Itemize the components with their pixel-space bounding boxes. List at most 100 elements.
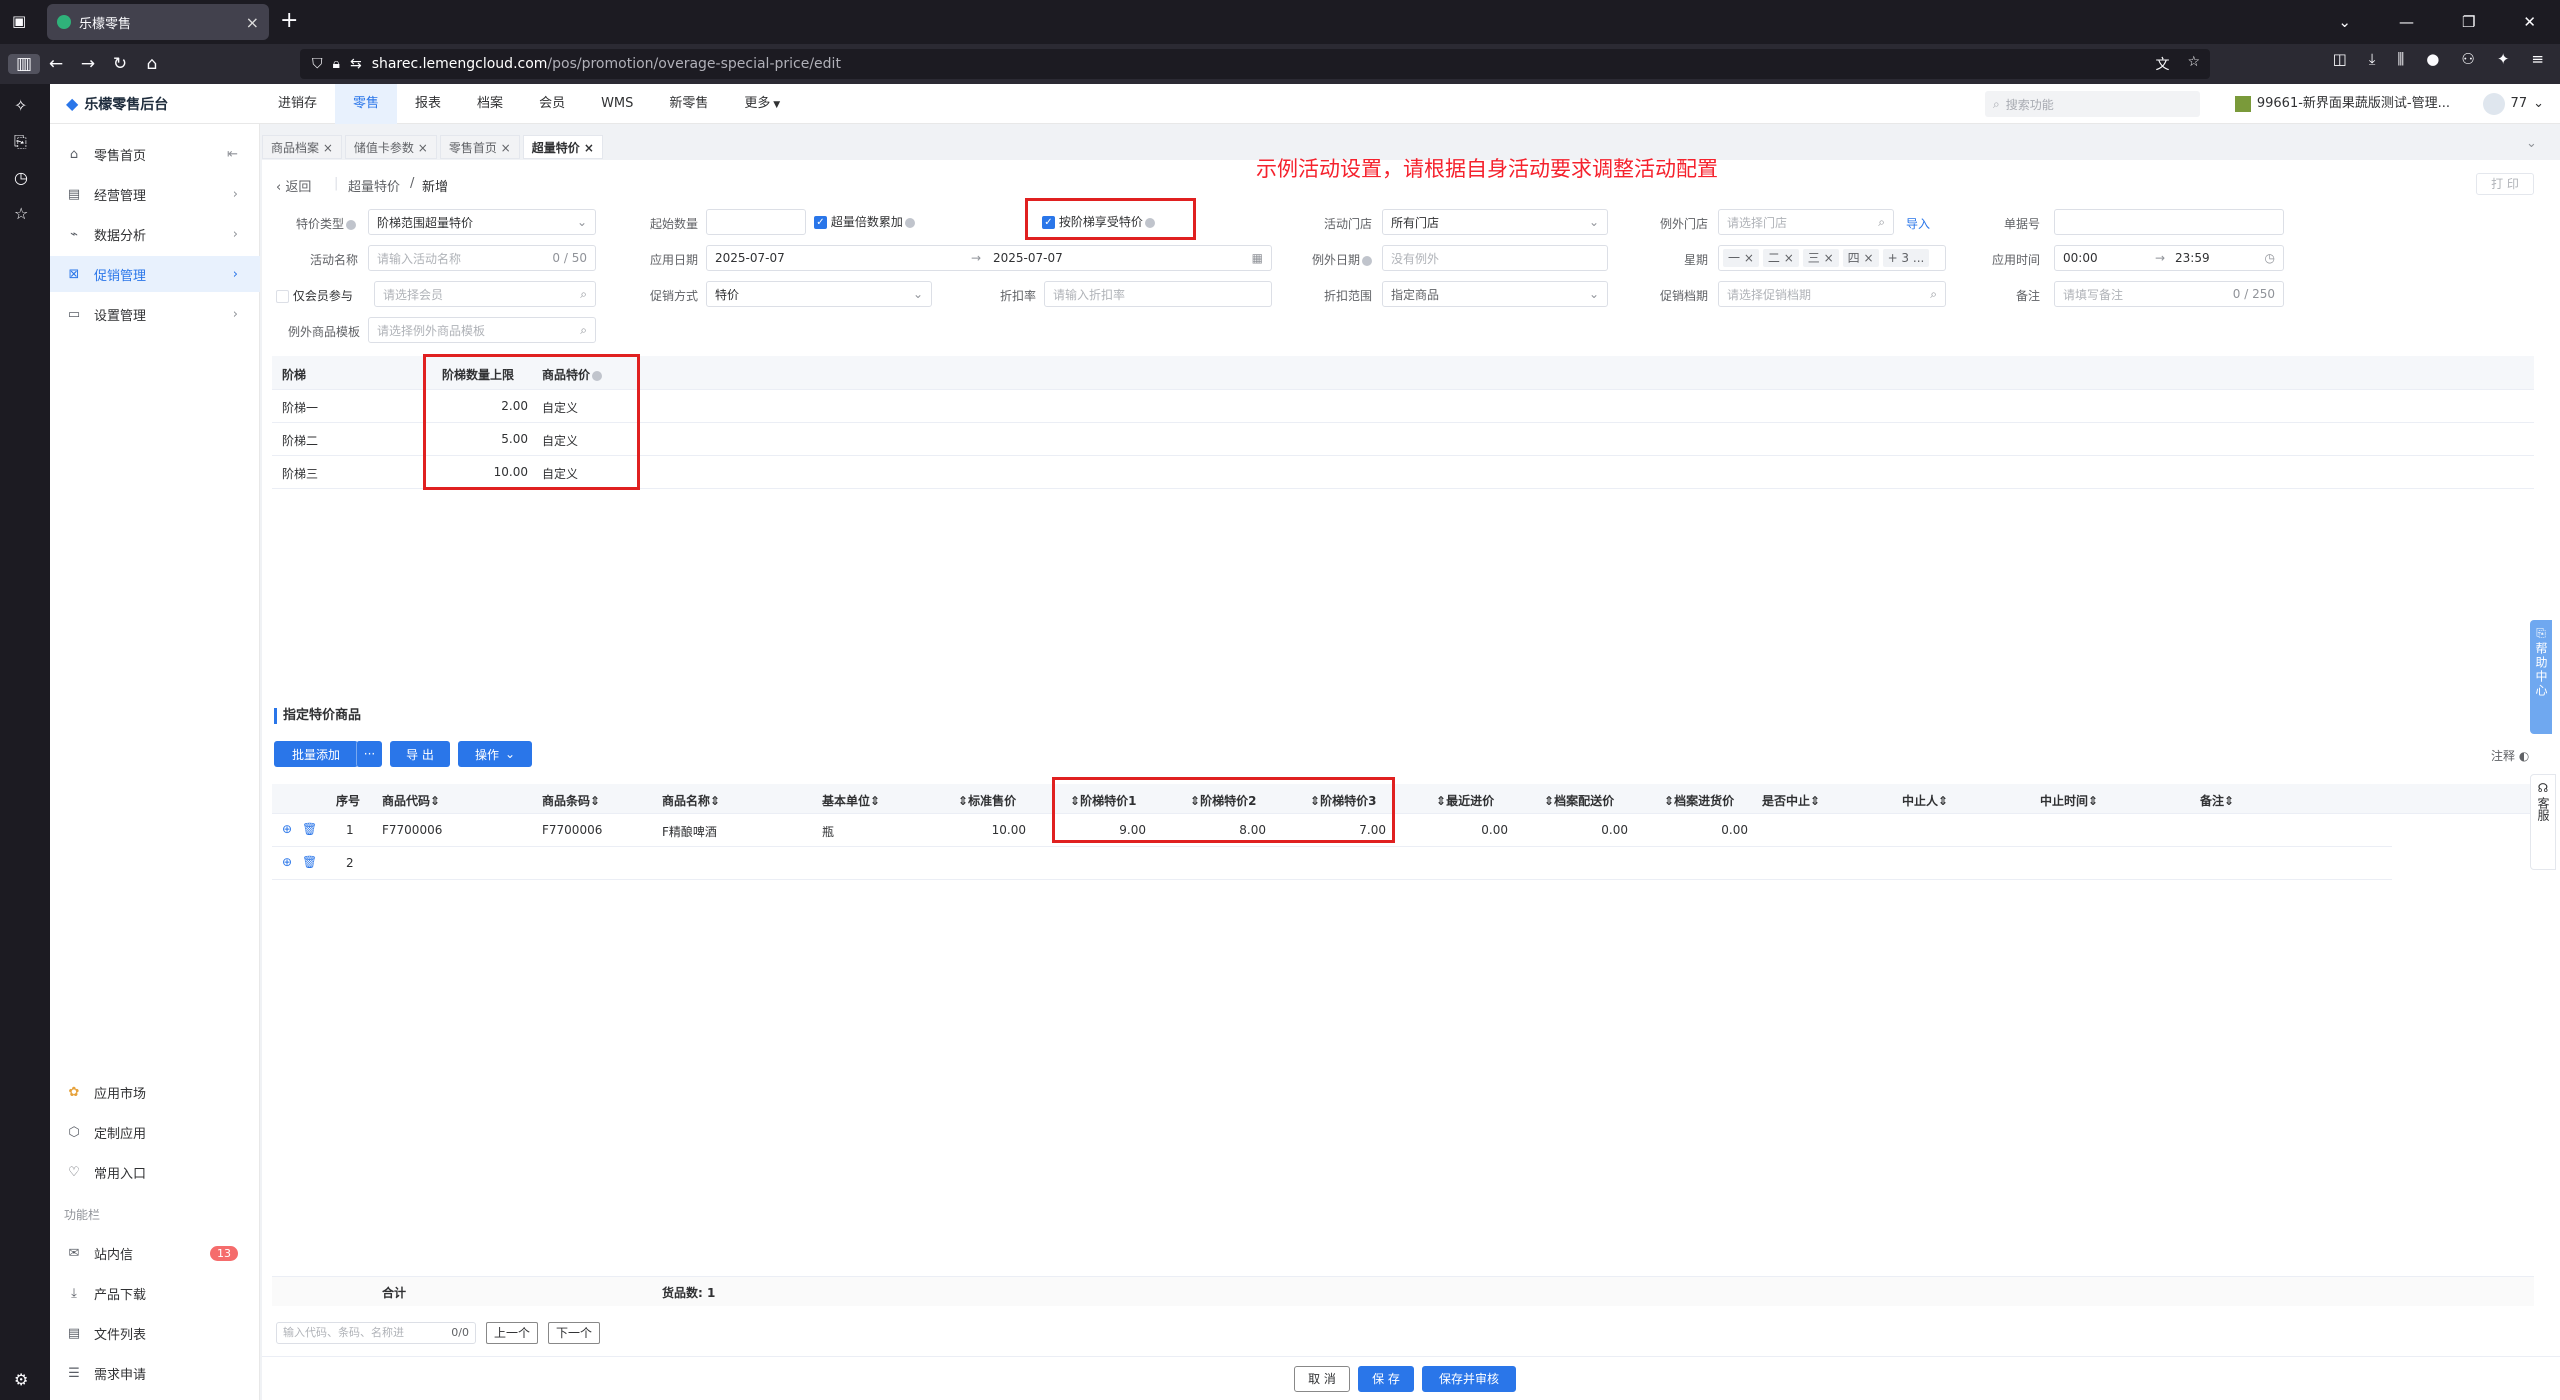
ai-sparkle-icon[interactable]: ✧ [14, 96, 27, 115]
col-header-suspender[interactable]: 中止人⇕ [1902, 792, 1948, 809]
goods-locate-input[interactable]: 输入代码、条码、名称进 0/0 [276, 1322, 476, 1344]
save-button[interactable]: 保 存 [1358, 1366, 1414, 1392]
tab-overage-special[interactable]: 超量特价 × [522, 135, 603, 159]
sidebar-item-analysis[interactable]: ⌁ 数据分析 › [50, 216, 260, 252]
apply-date-range[interactable]: 2025-07-07 → 2025-07-07 ▦ [706, 245, 1272, 271]
collapse-sidebar-icon[interactable]: ⇤ [227, 147, 238, 162]
tier-enjoy-checkbox[interactable]: ✓ 按阶梯享受特价 [1042, 213, 1155, 230]
cancel-button[interactable]: 取 消 [1294, 1366, 1350, 1392]
weekday-tag[interactable]: 三 × [1802, 249, 1839, 267]
tab-stored-card[interactable]: 储值卡参数 × [344, 135, 437, 159]
topnav-wms[interactable]: WMS [583, 84, 651, 124]
close-icon[interactable]: × [418, 141, 428, 155]
url-bar[interactable]: ⛉ 🔒︎ ⇆ sharec.lemengcloud.com/pos/promot… [300, 49, 2210, 79]
minimize-icon[interactable]: — [2399, 13, 2414, 31]
sidebar-item-downloads[interactable]: ⤓ 产品下载 [50, 1275, 260, 1311]
help-icon[interactable] [346, 219, 356, 230]
sidebar-item-business[interactable]: ▤ 经营管理 › [50, 176, 260, 212]
restore-icon[interactable]: ❐ [2462, 13, 2475, 31]
topnav-more[interactable]: 更多 ▼ [726, 84, 798, 124]
breadcrumb-parent[interactable]: 超量特价 [348, 176, 400, 195]
bookmark-star-icon[interactable]: ☆ [2187, 54, 2200, 74]
member-select-input[interactable]: 请选择会员 ⌕ [374, 281, 596, 307]
weekday-tag[interactable]: 四 × [1842, 249, 1879, 267]
help-icon[interactable] [1144, 217, 1155, 228]
topnav-new-retail[interactable]: 新零售 [651, 84, 726, 124]
account-icon[interactable]: ● [2426, 50, 2439, 68]
col-header-barcode[interactable]: 商品条码⇕ [542, 792, 600, 809]
list-all-tabs-icon[interactable]: ⌄ [2338, 13, 2351, 31]
col-header-suspended[interactable]: 是否中止⇕ [1762, 792, 1820, 809]
col-header-code[interactable]: 商品代码⇕ [382, 792, 440, 809]
help-center-tab[interactable]: ⎘ 帮助中心 [2530, 620, 2552, 734]
topnav-archive[interactable]: 档案 [459, 84, 521, 124]
discount-scope-select[interactable]: 指定商品 ⌄ [1382, 281, 1608, 307]
goods-code[interactable]: F7700006 [382, 823, 442, 837]
export-button[interactable]: 导 出 [390, 741, 450, 767]
print-button[interactable]: 打 印 [2476, 173, 2534, 195]
customer-service-tab[interactable]: ☊ 客服 [2530, 774, 2556, 870]
overage-multiple-checkbox[interactable]: ✓ 超量倍数累加 [814, 213, 915, 230]
prev-match-button[interactable]: 上一个 [486, 1322, 538, 1344]
customize-gear-icon[interactable]: ⚙ [14, 1370, 28, 1389]
col-header-purchase-price[interactable]: ⇕档案进货价 [1664, 792, 1734, 809]
col-header-name[interactable]: 商品名称⇕ [662, 792, 720, 809]
topnav-reports[interactable]: 报表 [397, 84, 459, 124]
sidebar-item-promotion[interactable]: ⊠ 促销管理 › [50, 256, 260, 292]
weekday-select[interactable]: 一 × 二 × 三 × 四 × + 3 ... [1718, 245, 1946, 271]
pocket-icon[interactable]: ◫ [2333, 50, 2347, 68]
doc-no-input[interactable] [2054, 209, 2284, 235]
user-menu[interactable]: 77 ⌄ [2482, 84, 2544, 124]
synced-tabs-icon[interactable]: ⎘ [14, 132, 27, 152]
back-icon[interactable]: ← [40, 54, 72, 74]
sidebar-item-settings[interactable]: ▭ 设置管理 › [50, 296, 260, 332]
topnav-inventory[interactable]: 进销存 [260, 84, 335, 124]
next-match-button[interactable]: 下一个 [548, 1322, 600, 1344]
function-search-input[interactable]: ⌕ 搜索功能 [1985, 91, 2200, 117]
delete-row-icon[interactable]: 🗑︎ [302, 855, 317, 869]
import-link[interactable]: 导入 [1906, 215, 1930, 232]
sidebar-item-files[interactable]: ▤ 文件列表 [50, 1315, 260, 1351]
close-tab-icon[interactable]: × [246, 13, 259, 32]
close-icon[interactable]: × [323, 141, 333, 155]
col-header-delivery-price[interactable]: ⇕档案配送价 [1544, 792, 1614, 809]
search-icon[interactable]: ⌕ [580, 287, 587, 302]
help-icon[interactable] [1362, 255, 1372, 266]
discount-rate-input[interactable]: 请输入折扣率 [1044, 281, 1272, 307]
search-icon[interactable]: ⌕ [580, 323, 587, 338]
sidebar-toggle-icon[interactable]: ▥ [8, 54, 40, 74]
apply-time-range[interactable]: 00:00 → 23:59 ◷ [2054, 245, 2284, 271]
weekday-tag[interactable]: 二 × [1762, 249, 1799, 267]
home-icon[interactable]: ⌂ [136, 54, 168, 74]
tabs-dropdown-icon[interactable]: ⌄ [2526, 136, 2537, 151]
extension-icon[interactable]: ⚇ [2461, 50, 2474, 68]
close-icon[interactable]: × [584, 141, 594, 155]
remark-input[interactable]: 请填写备注 0 / 250 [2054, 281, 2284, 307]
search-icon[interactable]: ⌕ [1878, 215, 1885, 230]
col-header-suspend-time[interactable]: 中止时间⇕ [2040, 792, 2098, 809]
help-icon[interactable] [904, 217, 915, 228]
close-window-icon[interactable]: ✕ [2523, 13, 2536, 31]
topnav-retail[interactable]: 零售 [335, 83, 398, 124]
extensions-puzzle-icon[interactable]: ✦ [2497, 50, 2510, 68]
batch-add-button[interactable]: 批量添加 [274, 741, 358, 767]
history-icon[interactable]: ◷ [14, 168, 28, 187]
col-header-remark[interactable]: 备注⇕ [2200, 792, 2234, 809]
special-type-select[interactable]: 阶梯范围超量特价 ⌄ [368, 209, 596, 235]
save-and-audit-button[interactable]: 保存并审核 [1422, 1366, 1516, 1392]
add-row-icon[interactable]: ⊕ [282, 822, 292, 836]
promo-method-select[interactable]: 特价 ⌄ [706, 281, 932, 307]
translate-icon[interactable]: 文 [2155, 54, 2169, 74]
col-header-unit[interactable]: 基本单位⇕ [822, 792, 880, 809]
tab-goods-archive[interactable]: 商品档案 × [262, 135, 342, 159]
weekday-more-tag[interactable]: + 3 ... [1882, 249, 1930, 267]
new-tab-icon[interactable]: + [280, 8, 298, 33]
sidebar-item-requests[interactable]: ☰ 需求申请 [50, 1355, 260, 1391]
store-select[interactable]: 所有门店 ⌄ [1382, 209, 1608, 235]
downloads-icon[interactable]: ⤓ [2369, 50, 2376, 68]
except-date-input[interactable]: 没有例外 [1382, 245, 1608, 271]
sidebar-item-messages[interactable]: ✉ 站内信 13 [50, 1235, 260, 1271]
sidebar-item-custom-app[interactable]: ⬡ 定制应用 [50, 1114, 260, 1150]
col-header-last-cost[interactable]: ⇕最近进价 [1436, 792, 1494, 809]
note-toggle[interactable]: 注释 ◐ [2491, 747, 2529, 764]
